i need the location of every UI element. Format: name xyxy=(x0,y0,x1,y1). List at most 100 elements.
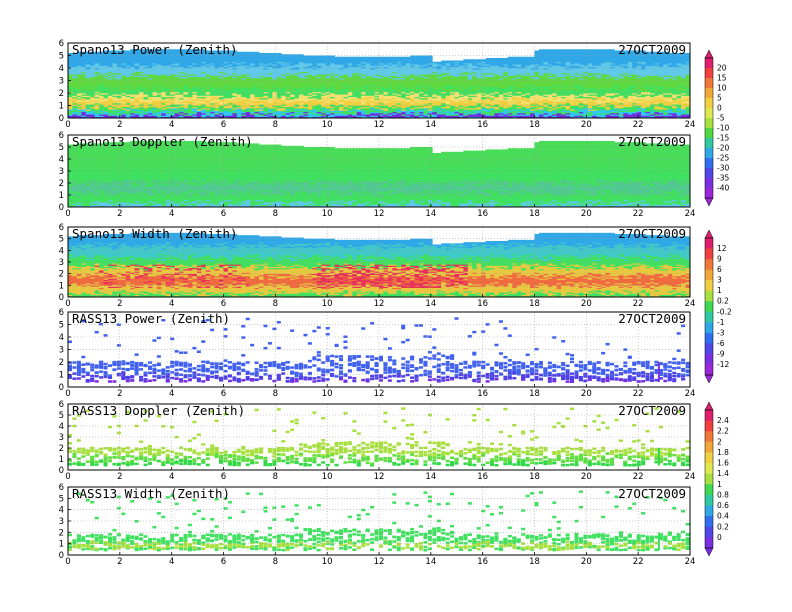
x-tick-label: 18 xyxy=(529,299,540,309)
panel-title: Spano13 Width (Zenith) xyxy=(72,226,238,241)
colorbar-tick-label: 20 xyxy=(717,64,727,73)
x-tick-label: 12 xyxy=(374,120,385,130)
y-tick-label: 6 xyxy=(59,39,64,49)
y-tick-label: 2 xyxy=(59,179,64,189)
panel-3: 0 2 4 6 8 10 12 14 16 18 20 22 240123456 Spano13 Widt… xyxy=(59,223,696,309)
colorbar-bottom-arrow xyxy=(705,198,713,206)
y-tick-label: 1 xyxy=(59,281,64,291)
colorbar-top-arrow xyxy=(705,50,713,58)
y-tick-label: 3 xyxy=(59,433,64,443)
colorbar-swatch xyxy=(705,322,713,333)
colorbar-swatch xyxy=(705,537,713,548)
x-tick-label: 16 xyxy=(477,299,488,309)
colorbar-tick-label: -20 xyxy=(717,144,729,153)
colorbar-bottom-arrow xyxy=(705,375,713,383)
x-tick-label: 20 xyxy=(581,120,592,130)
x-tick-label: 10 xyxy=(322,472,333,482)
y-tick-label: 4 xyxy=(59,64,64,74)
colorbar-swatch xyxy=(705,118,713,128)
colorbar-swatch xyxy=(705,98,713,108)
colorbar-tick-label: 0 xyxy=(717,104,722,113)
colorbar-swatch xyxy=(705,259,713,270)
colorbar-tick-label: 0 xyxy=(717,533,722,542)
colorbar-tick-label: 1 xyxy=(717,286,722,295)
x-tick-label: 18 xyxy=(529,557,540,567)
colorbar-swatch xyxy=(705,188,713,198)
x-tick-label: 14 xyxy=(425,209,436,219)
colorbar-tick-label: -35 xyxy=(717,174,729,183)
x-tick-label: 18 xyxy=(529,389,540,399)
colorbar-tick-label: 0.4 xyxy=(717,512,729,521)
x-tick-label: 0 xyxy=(65,389,70,399)
y-tick-label: 2 xyxy=(59,89,64,99)
colorbar-cb1: 20151050-5-10-15-20-25-30-35-40 xyxy=(705,50,729,206)
colorbar-top-arrow xyxy=(705,230,713,238)
colorbar-tick-label: 0.2 xyxy=(717,522,729,531)
colorbar-top-arrow xyxy=(705,402,713,410)
colorbar-tick-label: 1.4 xyxy=(717,469,729,478)
x-tick-label: 12 xyxy=(374,389,385,399)
colorbar-swatch xyxy=(705,484,713,495)
x-tick-label: 8 xyxy=(273,209,278,219)
colorbar-bottom-arrow xyxy=(705,548,713,556)
colorbar-swatch xyxy=(705,410,713,421)
panel-title: RASS13 Power (Zenith) xyxy=(72,311,230,326)
panel-title: RASS13 Doppler (Zenith) xyxy=(72,403,245,418)
colorbar-tick-label: 15 xyxy=(717,74,727,83)
x-tick-label: 4 xyxy=(169,472,174,482)
y-tick-label: 4 xyxy=(59,246,64,256)
x-tick-label: 16 xyxy=(477,472,488,482)
panel-title: RASS13 Width (Zenith) xyxy=(72,486,230,501)
colorbar-cb3: 2.42.221.81.61.410.80.60.40.20 xyxy=(705,402,729,556)
colorbar-tick-label: -12 xyxy=(717,360,729,369)
panel-title: Spano13 Doppler (Zenith) xyxy=(72,134,253,149)
panel-date: 27OCT2009 xyxy=(618,226,686,241)
colorbar-swatch xyxy=(705,354,713,365)
x-tick-label: 0 xyxy=(65,209,70,219)
x-tick-label: 6 xyxy=(221,472,226,482)
x-tick-label: 8 xyxy=(273,472,278,482)
colorbar-swatch xyxy=(705,238,713,249)
y-tick-label: 6 xyxy=(59,131,64,141)
colorbar-swatch xyxy=(705,108,713,118)
colorbar-tick-label: -0.2 xyxy=(717,307,732,316)
colorbar-swatch xyxy=(705,128,713,138)
colorbar-tick-label: -5 xyxy=(717,114,725,123)
colorbar-tick-label: 1.6 xyxy=(717,459,729,468)
x-tick-label: 10 xyxy=(322,557,333,567)
y-tick-label: 1 xyxy=(59,371,64,381)
x-tick-label: 18 xyxy=(529,209,540,219)
colorbar-swatch xyxy=(705,138,713,148)
panel-4: 0 2 4 6 8 10 12 14 16 18 20 22 240123456 RASS13 Power… xyxy=(59,308,696,399)
colorbar-swatch xyxy=(705,88,713,98)
colorbar-tick-label: 9 xyxy=(717,255,722,264)
x-tick-label: 2 xyxy=(117,557,122,567)
colorbar-swatch xyxy=(705,333,713,344)
y-tick-label: 3 xyxy=(59,77,64,87)
x-tick-label: 14 xyxy=(425,299,436,309)
y-tick-label: 0 xyxy=(59,203,64,213)
colorbar-swatch xyxy=(705,463,713,474)
y-tick-label: 0 xyxy=(59,293,64,303)
colorbar-tick-label: -40 xyxy=(717,184,729,193)
x-tick-label: 22 xyxy=(633,557,644,567)
colorbar-tick-label: -1 xyxy=(717,318,725,327)
colorbar-tick-label: -30 xyxy=(717,164,729,173)
x-tick-label: 4 xyxy=(169,389,174,399)
colorbar-tick-label: -25 xyxy=(717,154,729,163)
y-tick-label: 0 xyxy=(59,466,64,476)
x-tick-label: 8 xyxy=(273,120,278,130)
x-tick-label: 6 xyxy=(221,389,226,399)
colorbar-swatch xyxy=(705,270,713,281)
x-tick-label: 2 xyxy=(117,299,122,309)
y-tick-label: 2 xyxy=(59,528,64,538)
y-tick-label: 2 xyxy=(59,358,64,368)
colorbar-swatch xyxy=(705,168,713,178)
x-tick-label: 22 xyxy=(633,299,644,309)
y-tick-label: 1 xyxy=(59,455,64,465)
x-tick-label: 0 xyxy=(65,557,70,567)
x-tick-label: 20 xyxy=(581,472,592,482)
colorbar-cb2: 1296310.2-0.2-1-3-6-9-12 xyxy=(705,230,732,383)
y-tick-label: 2 xyxy=(59,270,64,280)
x-tick-label: 4 xyxy=(169,299,174,309)
